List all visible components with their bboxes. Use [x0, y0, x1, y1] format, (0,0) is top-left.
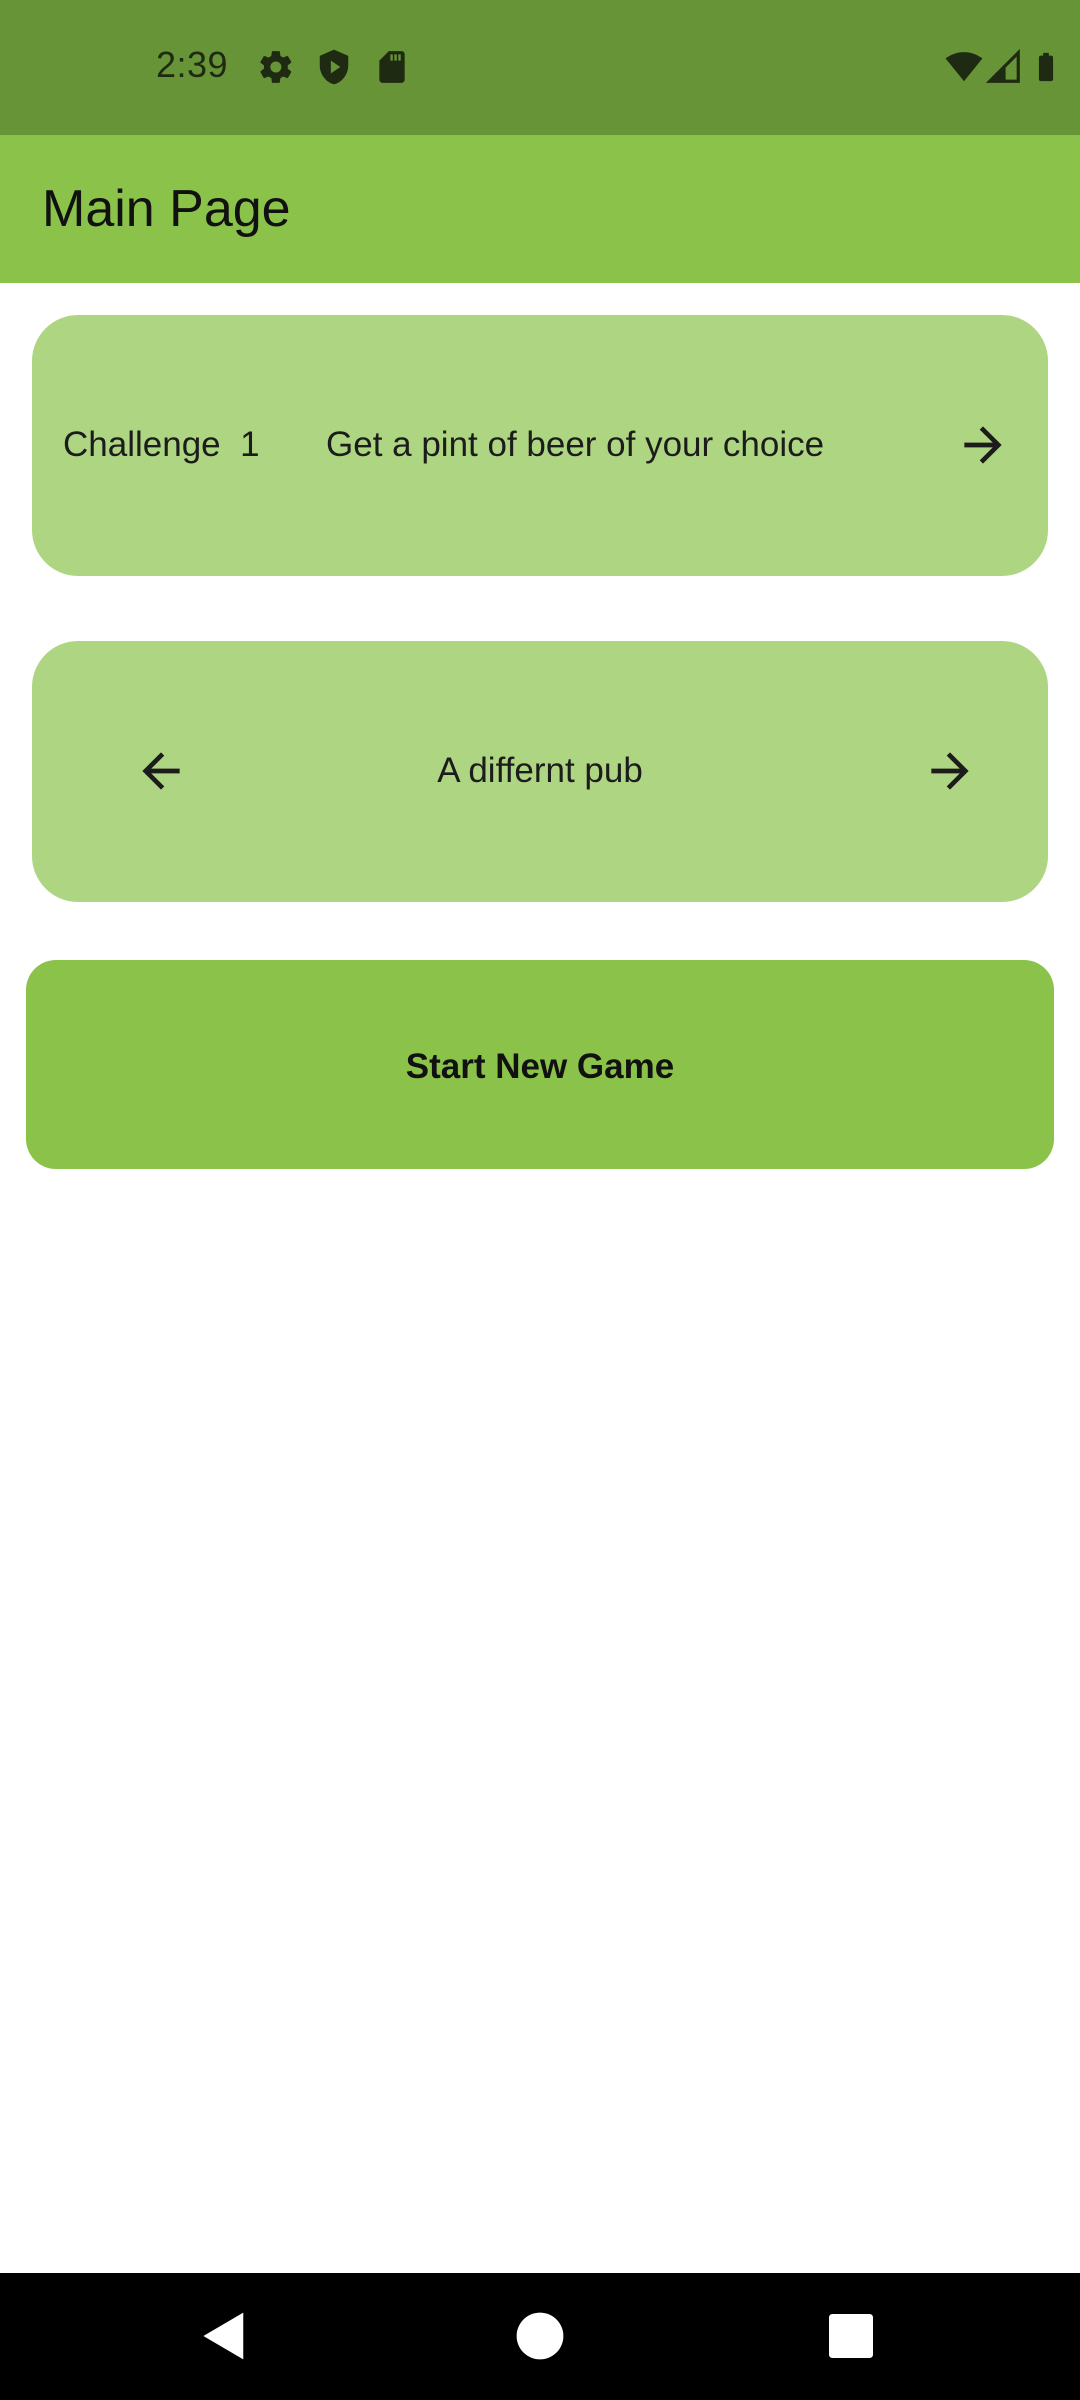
start-new-game-button[interactable]: Start New Game [26, 960, 1054, 1169]
arrow-right-icon[interactable] [922, 743, 978, 799]
page-title: Main Page [42, 180, 291, 238]
system-nav-bar [0, 2273, 1080, 2400]
home-icon[interactable] [507, 2303, 573, 2369]
status-bar: 2:39 [0, 0, 1080, 135]
wifi-icon [944, 48, 984, 86]
challenge-number-label: Challenge 1 [63, 425, 260, 464]
sd-card-icon [373, 48, 411, 86]
status-time: 2:39 [156, 44, 229, 85]
pub-label: A differnt pub [437, 751, 643, 790]
start-new-game-label: Start New Game [405, 1047, 675, 1086]
challenge-card: Challenge 1 Get a pint of beer of your c… [32, 315, 1048, 576]
gear-icon [257, 48, 295, 86]
challenge-description: Get a pint of beer of your choice [326, 425, 825, 464]
arrow-right-icon[interactable] [955, 417, 1011, 473]
cell-signal-icon [985, 48, 1023, 86]
pub-card: A differnt pub [32, 641, 1048, 902]
recents-icon[interactable] [818, 2303, 884, 2369]
shield-play-icon [315, 48, 353, 86]
app-bar: Main Page [0, 135, 1080, 283]
battery-icon [1029, 48, 1063, 86]
back-icon[interactable] [191, 2303, 257, 2369]
